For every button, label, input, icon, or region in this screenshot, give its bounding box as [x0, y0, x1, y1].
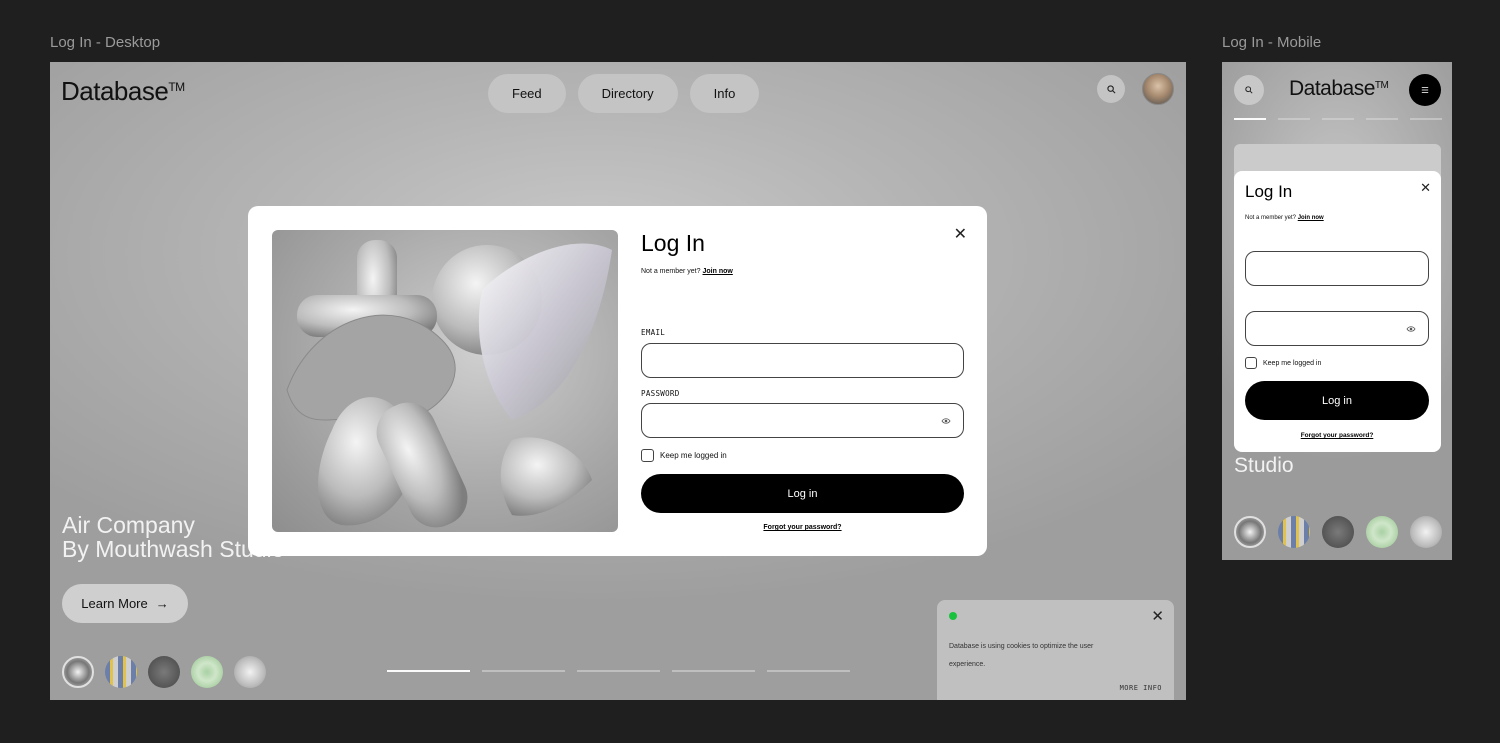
- hero-title: Studio: [1234, 454, 1294, 477]
- progress-segment[interactable]: [672, 670, 755, 672]
- email-field[interactable]: [1245, 251, 1429, 286]
- email-field[interactable]: [641, 343, 964, 378]
- thumbnail-3[interactable]: [148, 656, 180, 688]
- keep-logged-in-checkbox[interactable]: Keep me logged in: [641, 449, 727, 462]
- nav-info[interactable]: Info: [689, 74, 760, 113]
- password-field[interactable]: [1245, 311, 1429, 346]
- thumbnail-1[interactable]: [1234, 516, 1266, 548]
- abstract-sculpture-image: [286, 240, 612, 528]
- menu-button[interactable]: [1409, 74, 1441, 106]
- join-now-link[interactable]: Join now: [702, 268, 732, 275]
- progress-segment[interactable]: [767, 670, 850, 672]
- status-dot: [949, 612, 957, 620]
- desktop-frame: DatabaseTM Feed Directory Info Air Compa…: [50, 62, 1186, 700]
- login-button[interactable]: Log in: [1245, 381, 1429, 420]
- join-now-link[interactable]: Join now: [1298, 215, 1324, 221]
- thumbnail-4[interactable]: [191, 656, 223, 688]
- progress-segment[interactable]: [1410, 118, 1442, 120]
- signup-prompt: Not a member yet? Join now: [641, 268, 733, 275]
- learn-more-button[interactable]: Learn More →: [62, 584, 188, 623]
- thumbnail-strip: [62, 656, 266, 688]
- login-button[interactable]: Log in: [641, 474, 964, 513]
- progress-segment[interactable]: [482, 670, 565, 672]
- close-icon[interactable]: ✕: [1420, 180, 1431, 196]
- slide-progress: [387, 670, 850, 672]
- progress-segment[interactable]: [1366, 118, 1398, 120]
- avatar[interactable]: [1142, 73, 1174, 105]
- eye-icon[interactable]: [941, 416, 951, 426]
- frame-label-desktop: Log In - Desktop: [50, 34, 161, 51]
- nav-directory[interactable]: Directory: [577, 74, 678, 113]
- login-modal: ✕ Log In Not a member yet? Join now Keep…: [1234, 171, 1441, 452]
- thumbnail-3[interactable]: [1322, 516, 1354, 548]
- thumbnail-5[interactable]: [1410, 516, 1442, 548]
- search-icon: [1106, 84, 1115, 93]
- menu-icon: [1421, 87, 1429, 93]
- eye-icon[interactable]: [1406, 324, 1416, 334]
- modal-artwork: [272, 230, 618, 532]
- signup-prompt: Not a member yet? Join now: [1245, 215, 1324, 221]
- mobile-frame: DatabaseTM Studio ✕ Log In Not a member …: [1222, 62, 1452, 560]
- thumbnail-2[interactable]: [1278, 516, 1310, 548]
- checkbox-label: Keep me logged in: [660, 451, 727, 460]
- site-logo[interactable]: DatabaseTM: [1289, 77, 1389, 101]
- login-title: Log In: [1245, 182, 1293, 201]
- password-label: PASSWORD: [641, 389, 680, 398]
- progress-segment[interactable]: [577, 670, 660, 672]
- slide-progress: [1234, 118, 1442, 120]
- forgot-password-link[interactable]: Forgot your password?: [1245, 432, 1429, 439]
- login-title: Log In: [641, 230, 705, 256]
- checkbox-box[interactable]: [641, 449, 654, 462]
- thumbnail-2[interactable]: [105, 656, 137, 688]
- cookie-banner: ✕ Database is using cookies to optimize …: [937, 600, 1174, 700]
- close-icon[interactable]: ✕: [954, 224, 967, 244]
- keep-logged-in-checkbox[interactable]: Keep me logged in: [1245, 357, 1321, 369]
- password-field[interactable]: [641, 403, 964, 438]
- thumbnail-1[interactable]: [62, 656, 94, 688]
- login-modal: ✕ Log In Not a member yet? Join now EMAI…: [248, 206, 987, 556]
- main-nav: Feed Directory Info: [488, 74, 760, 113]
- cookie-text: Database is using cookies to optimize th…: [949, 643, 1094, 668]
- progress-segment[interactable]: [1278, 118, 1310, 120]
- search-button[interactable]: [1234, 75, 1264, 105]
- forgot-password-link[interactable]: Forgot your password?: [641, 524, 964, 531]
- thumbnail-strip: [1234, 516, 1442, 548]
- checkbox-box[interactable]: [1245, 357, 1257, 369]
- email-label: EMAIL: [641, 328, 666, 337]
- search-icon: [1245, 86, 1253, 94]
- progress-segment[interactable]: [1322, 118, 1354, 120]
- arrow-right-icon: →: [155, 596, 169, 611]
- thumbnail-5[interactable]: [234, 656, 266, 688]
- nav-feed[interactable]: Feed: [488, 74, 566, 113]
- progress-segment[interactable]: [1234, 118, 1266, 120]
- checkbox-label: Keep me logged in: [1263, 359, 1322, 367]
- site-logo[interactable]: DatabaseTM: [61, 76, 185, 107]
- frame-label-mobile: Log In - Mobile: [1222, 34, 1322, 51]
- search-button[interactable]: [1097, 75, 1125, 103]
- progress-segment[interactable]: [387, 670, 470, 672]
- close-icon[interactable]: ✕: [1151, 607, 1164, 625]
- more-info-link[interactable]: MORE INFO: [1120, 684, 1162, 692]
- thumbnail-4[interactable]: [1366, 516, 1398, 548]
